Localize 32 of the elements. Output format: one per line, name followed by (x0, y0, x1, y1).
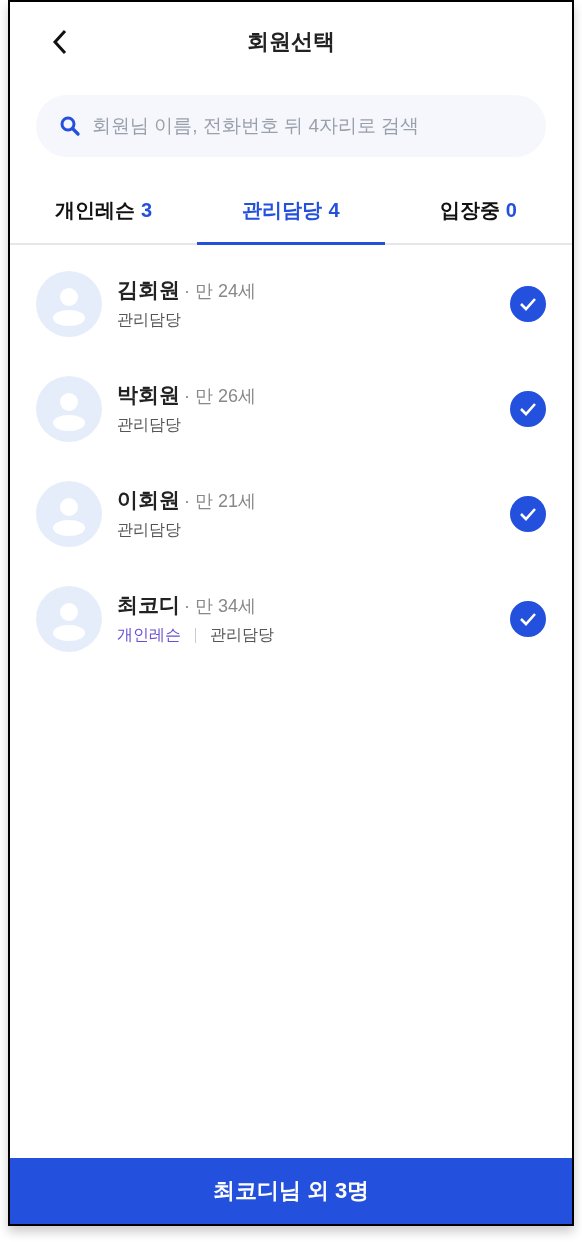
member-name: 김회원 (117, 277, 180, 303)
member-tag: 관리담당 (210, 625, 274, 646)
search-icon (60, 116, 80, 136)
check-icon (519, 296, 537, 311)
member-age: · 만 24세 (184, 280, 257, 303)
check-icon (519, 506, 537, 521)
select-checkbox[interactable] (510, 495, 546, 532)
avatar-icon (36, 375, 102, 442)
check-icon (519, 401, 537, 416)
member-age: · 만 26세 (184, 385, 257, 408)
select-checkbox[interactable] (510, 600, 546, 637)
member-name: 박회원 (117, 382, 180, 408)
tab[interactable]: 입장중 0 (384, 179, 572, 245)
page-title: 회원선택 (247, 28, 335, 56)
member-name: 최코디 (117, 592, 180, 618)
check-icon (519, 611, 537, 626)
select-checkbox[interactable] (510, 285, 546, 322)
tab[interactable]: 관리담당 4 (197, 179, 385, 245)
avatar-icon (36, 480, 102, 547)
select-checkbox[interactable] (510, 390, 546, 427)
member-age: · 만 21세 (184, 490, 257, 513)
confirm-button[interactable]: 최코디님 외 3명 (10, 1158, 572, 1224)
tab[interactable]: 개인레슨 3 (10, 179, 198, 245)
avatar-icon (36, 270, 102, 337)
search-field[interactable]: 회원님 이름, 전화번호 뒤 4자리로 검색 (36, 95, 546, 157)
member-tag: 개인레슨 (117, 625, 181, 646)
member-name: 이회원 (117, 487, 180, 513)
avatar-icon (36, 585, 102, 652)
member-tag: 관리담당 (117, 415, 181, 436)
member-tag: 관리담당 (117, 520, 181, 541)
member-tag: 관리담당 (117, 310, 181, 331)
member-age: · 만 34세 (184, 595, 257, 618)
